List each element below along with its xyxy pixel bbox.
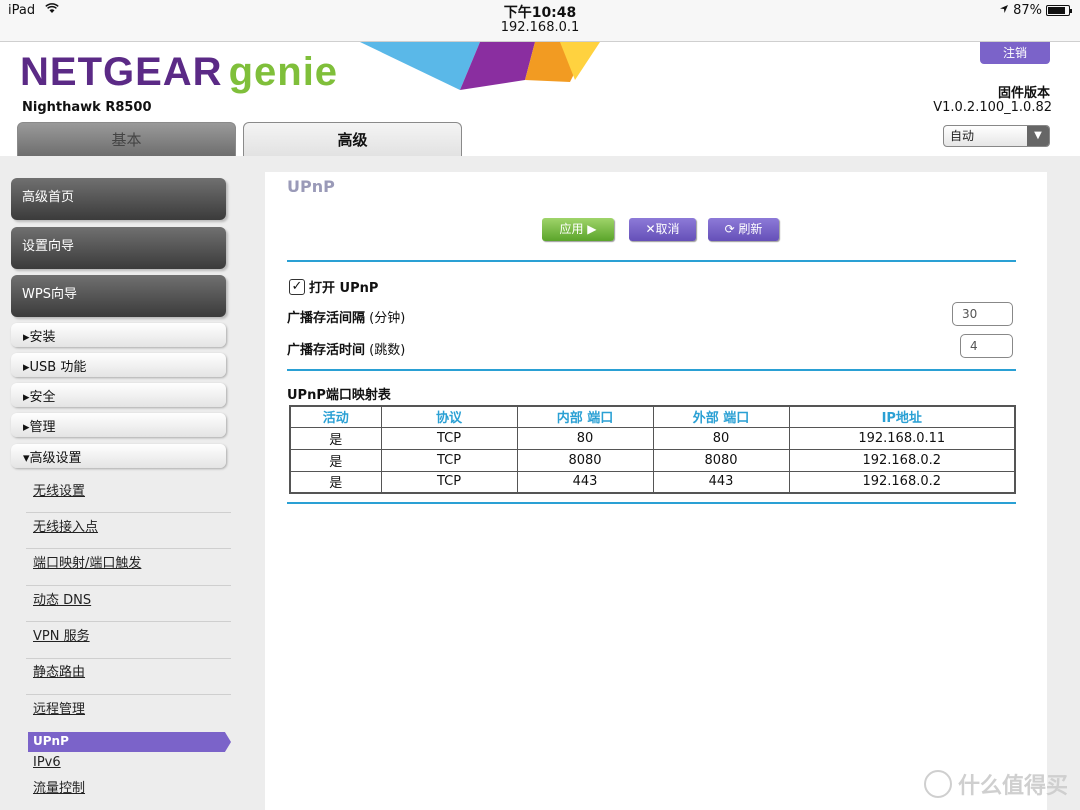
advertise-ttl-text: 广播存活时间 (287, 343, 366, 358)
sidebar-item-port-forwarding[interactable]: 端口映射/端口触发 (33, 552, 141, 571)
sidebar-item-traffic-meter[interactable]: 流量控制 (33, 777, 85, 796)
advertise-period-label: 广播存活间隔 (分钟) (287, 307, 405, 326)
watermark-text: 什么值得买 (957, 774, 1068, 799)
divider (26, 658, 231, 659)
cell-external-port: 80 (652, 426, 790, 450)
apply-button[interactable]: 应用 ▶ (542, 218, 614, 241)
advertise-period-text: 广播存活间隔 (287, 311, 366, 326)
watermark: 什么值得买 (923, 768, 1068, 800)
firmware-title: 固件版本 (997, 86, 1050, 101)
sidebar-section-setup[interactable]: ▸安装 (11, 323, 226, 347)
cell-ip-address: 192.168.0.2 (788, 448, 1016, 472)
page-title: UPnP (287, 177, 335, 196)
table-header-row: 活动 协议 内部 端口 外部 端口 IP地址 (289, 405, 1016, 428)
table-row: 是 TCP 443 443 192.168.0.2 (289, 470, 1016, 494)
cell-external-port: 8080 (652, 448, 790, 472)
sidebar-item-ipv6[interactable]: IPv6 (33, 755, 61, 770)
tab-advanced[interactable]: 高级 (243, 122, 462, 156)
cell-internal-port: 80 (516, 426, 654, 450)
enable-upnp-row: ✓ 打开 UPnP (289, 277, 378, 296)
tab-basic[interactable]: 基本 (17, 122, 236, 156)
battery-area: 87% (999, 3, 1072, 18)
battery-percent: 87% (1013, 3, 1042, 18)
divider (26, 512, 231, 513)
ios-status-bar: iPad 下午10:48 192.168.0.1 87% (0, 0, 1080, 42)
divider (287, 502, 1016, 504)
upnp-panel: UPnP 应用 ▶ ✕取消 ⟳ 刷新 ✓ 打开 UPnP 广播存活间隔 (分钟)… (265, 172, 1047, 810)
enable-upnp-label: 打开 UPnP (309, 281, 379, 296)
sidebar-item-wireless[interactable]: 无线设置 (33, 480, 85, 499)
advertise-period-unit: (分钟) (369, 311, 406, 326)
col-active: 活动 (289, 405, 382, 428)
divider (26, 585, 231, 586)
sidebar-item-remote-management[interactable]: 远程管理 (33, 698, 85, 717)
sidebar-advanced-home[interactable]: 高级首页 (11, 178, 226, 220)
cell-ip-address: 192.168.0.2 (788, 470, 1016, 494)
address-bar[interactable]: 192.168.0.1 (0, 20, 1080, 35)
netgear-genie-logo[interactable]: NETGEAR genie (20, 50, 338, 95)
cell-protocol: TCP (380, 470, 518, 494)
cell-internal-port: 8080 (516, 448, 654, 472)
chevron-down-icon[interactable]: ▼ (1027, 126, 1049, 146)
language-select[interactable]: 自动 ▼ (943, 125, 1050, 147)
sidebar-setup-wizard[interactable]: 设置向导 (11, 227, 226, 269)
divider (287, 260, 1016, 262)
location-arrow-icon (999, 3, 1009, 18)
logout-button[interactable]: 注销 (980, 42, 1050, 64)
decorative-banner-icon (360, 42, 600, 90)
language-selected: 自动 (950, 129, 975, 143)
enable-upnp-checkbox[interactable]: ✓ (289, 278, 305, 295)
logo-brand: NETGEAR (20, 50, 223, 94)
divider (287, 369, 1016, 371)
sidebar-wps-wizard[interactable]: WPS向导 (11, 275, 226, 317)
cell-protocol: TCP (380, 448, 518, 472)
sidebar-item-access-point[interactable]: 无线接入点 (33, 516, 98, 535)
cell-active: 是 (289, 470, 382, 494)
sidebar-section-admin[interactable]: ▸管理 (11, 413, 226, 437)
advertise-ttl-label: 广播存活时间 (跳数) (287, 339, 405, 358)
clock: 下午10:48 (503, 5, 577, 21)
advertise-ttl-input[interactable]: 4 (960, 334, 1013, 358)
port-map-table-title: UPnP端口映射表 (287, 388, 391, 403)
cell-active: 是 (289, 448, 382, 472)
sidebar-item-vpn[interactable]: VPN 服务 (33, 625, 90, 644)
watermark-logo-icon (923, 770, 952, 798)
col-internal-port: 内部 端口 (516, 405, 654, 428)
sidebar-item-upnp[interactable]: UPnP (28, 732, 231, 752)
sidebar-item-dynamic-dns[interactable]: 动态 DNS (33, 589, 91, 608)
cancel-button[interactable]: ✕取消 (629, 218, 696, 241)
col-ip-address: IP地址 (788, 405, 1016, 428)
table-row: 是 TCP 8080 8080 192.168.0.2 (289, 448, 1016, 472)
divider (26, 694, 231, 695)
sidebar: 高级首页 设置向导 WPS向导 ▸安装 ▸USB 功能 ▸安全 ▸管理 ▾高级设… (0, 156, 240, 810)
cell-ip-address: 192.168.0.11 (788, 426, 1016, 450)
port-map-table: 活动 协议 内部 端口 外部 端口 IP地址 是 TCP 80 80 192.1… (289, 405, 1016, 494)
advertise-period-input[interactable]: 30 (952, 302, 1013, 326)
cell-active: 是 (289, 426, 382, 450)
battery-icon (1046, 5, 1072, 16)
battery-fill (1048, 7, 1066, 14)
refresh-button[interactable]: ⟳ 刷新 (708, 218, 779, 241)
cell-protocol: TCP (380, 426, 518, 450)
divider (26, 621, 231, 622)
cell-internal-port: 443 (516, 470, 654, 494)
router-model: Nighthawk R8500 (22, 100, 152, 115)
logo-product: genie (228, 50, 339, 94)
divider (26, 548, 231, 549)
sidebar-section-security[interactable]: ▸安全 (11, 383, 226, 407)
col-external-port: 外部 端口 (652, 405, 790, 428)
router-header: NETGEAR genie Nighthawk R8500 注销 固件版本 V1.… (0, 42, 1080, 156)
col-protocol: 协议 (380, 405, 518, 428)
sidebar-section-advanced[interactable]: ▾高级设置 (11, 444, 226, 468)
sidebar-section-usb[interactable]: ▸USB 功能 (11, 353, 226, 377)
firmware-version: V1.0.2.100_1.0.82 (933, 100, 1052, 115)
cell-external-port: 443 (652, 470, 790, 494)
advertise-ttl-unit: (跳数) (369, 343, 406, 358)
table-row: 是 TCP 80 80 192.168.0.11 (289, 426, 1016, 450)
sidebar-item-static-routes[interactable]: 静态路由 (33, 661, 85, 680)
